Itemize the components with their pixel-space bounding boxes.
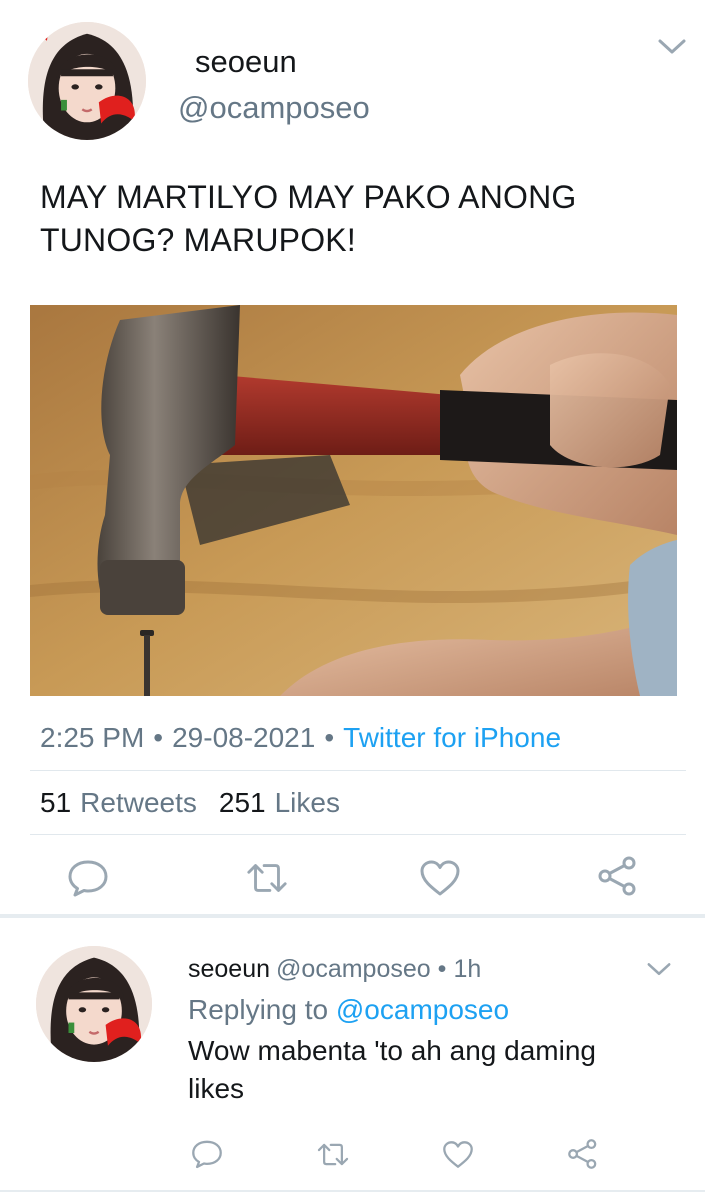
reply-text: Wow mabenta 'to ah ang daming likes bbox=[188, 1035, 596, 1104]
share-icon[interactable] bbox=[564, 1136, 602, 1172]
replying-to: Replying to @ocamposeo bbox=[188, 994, 509, 1026]
tweet-text: MAY MARTILYO MAY PAKO ANONG TUNOG? MARUP… bbox=[40, 179, 577, 258]
tweet-date: 29-08-2021 bbox=[172, 722, 316, 753]
reply-header: seoeun @ocamposeo • 1h bbox=[188, 955, 481, 984]
reply-time: 1h bbox=[453, 955, 482, 983]
tweet-timestamp-row: 2:25 PM • 29-08-2021 • Twitter for iPhone bbox=[40, 722, 561, 754]
divider bbox=[30, 834, 686, 835]
tweet-source-link[interactable]: Twitter for iPhone bbox=[343, 722, 561, 753]
tweet-media-image[interactable] bbox=[30, 305, 677, 696]
author-display-name[interactable]: seoeun bbox=[195, 44, 297, 80]
replying-prefix: Replying to bbox=[188, 994, 329, 1025]
reply-icon[interactable] bbox=[188, 1137, 226, 1171]
likes-stat[interactable]: 251 Likes bbox=[219, 787, 362, 818]
meta-separator: • bbox=[153, 722, 164, 753]
reply-author-avatar[interactable] bbox=[36, 946, 152, 1062]
retweets-count: 51 bbox=[40, 787, 72, 818]
reply-author-name[interactable]: seoeun bbox=[188, 955, 270, 983]
like-icon[interactable] bbox=[439, 1137, 477, 1171]
bottom-divider bbox=[0, 1190, 705, 1192]
reply-icon[interactable] bbox=[66, 858, 110, 898]
reply-separator: • bbox=[437, 955, 447, 983]
tweet-stats: 51 Retweets 251 Likes bbox=[40, 787, 362, 819]
like-icon[interactable] bbox=[418, 858, 462, 898]
meta-separator: • bbox=[324, 722, 335, 753]
avatar-image bbox=[28, 22, 146, 140]
hammer-nail-photo bbox=[30, 305, 677, 696]
likes-count: 251 bbox=[218, 787, 266, 818]
share-icon[interactable] bbox=[596, 856, 640, 896]
reply-author-handle[interactable]: @ocamposeo bbox=[276, 955, 431, 983]
likes-label: Likes bbox=[274, 787, 340, 818]
chevron-down-icon[interactable] bbox=[657, 37, 687, 57]
retweets-label: Retweets bbox=[80, 787, 197, 818]
tweet-time: 2:25 PM bbox=[40, 722, 145, 753]
main-tweet: seoeun @ocamposeo MAY MARTILYO MAY PAKO … bbox=[0, 0, 705, 916]
retweet-icon[interactable] bbox=[245, 858, 289, 898]
replying-to-handle-link[interactable]: @ocamposeo bbox=[336, 994, 509, 1025]
chevron-down-icon[interactable] bbox=[646, 961, 672, 978]
divider bbox=[30, 770, 686, 771]
author-avatar[interactable] bbox=[28, 22, 146, 140]
retweets-stat[interactable]: 51 Retweets bbox=[40, 787, 219, 818]
author-handle[interactable]: @ocamposeo bbox=[178, 90, 370, 126]
retweet-icon[interactable] bbox=[314, 1137, 352, 1171]
avatar-image bbox=[36, 946, 152, 1062]
